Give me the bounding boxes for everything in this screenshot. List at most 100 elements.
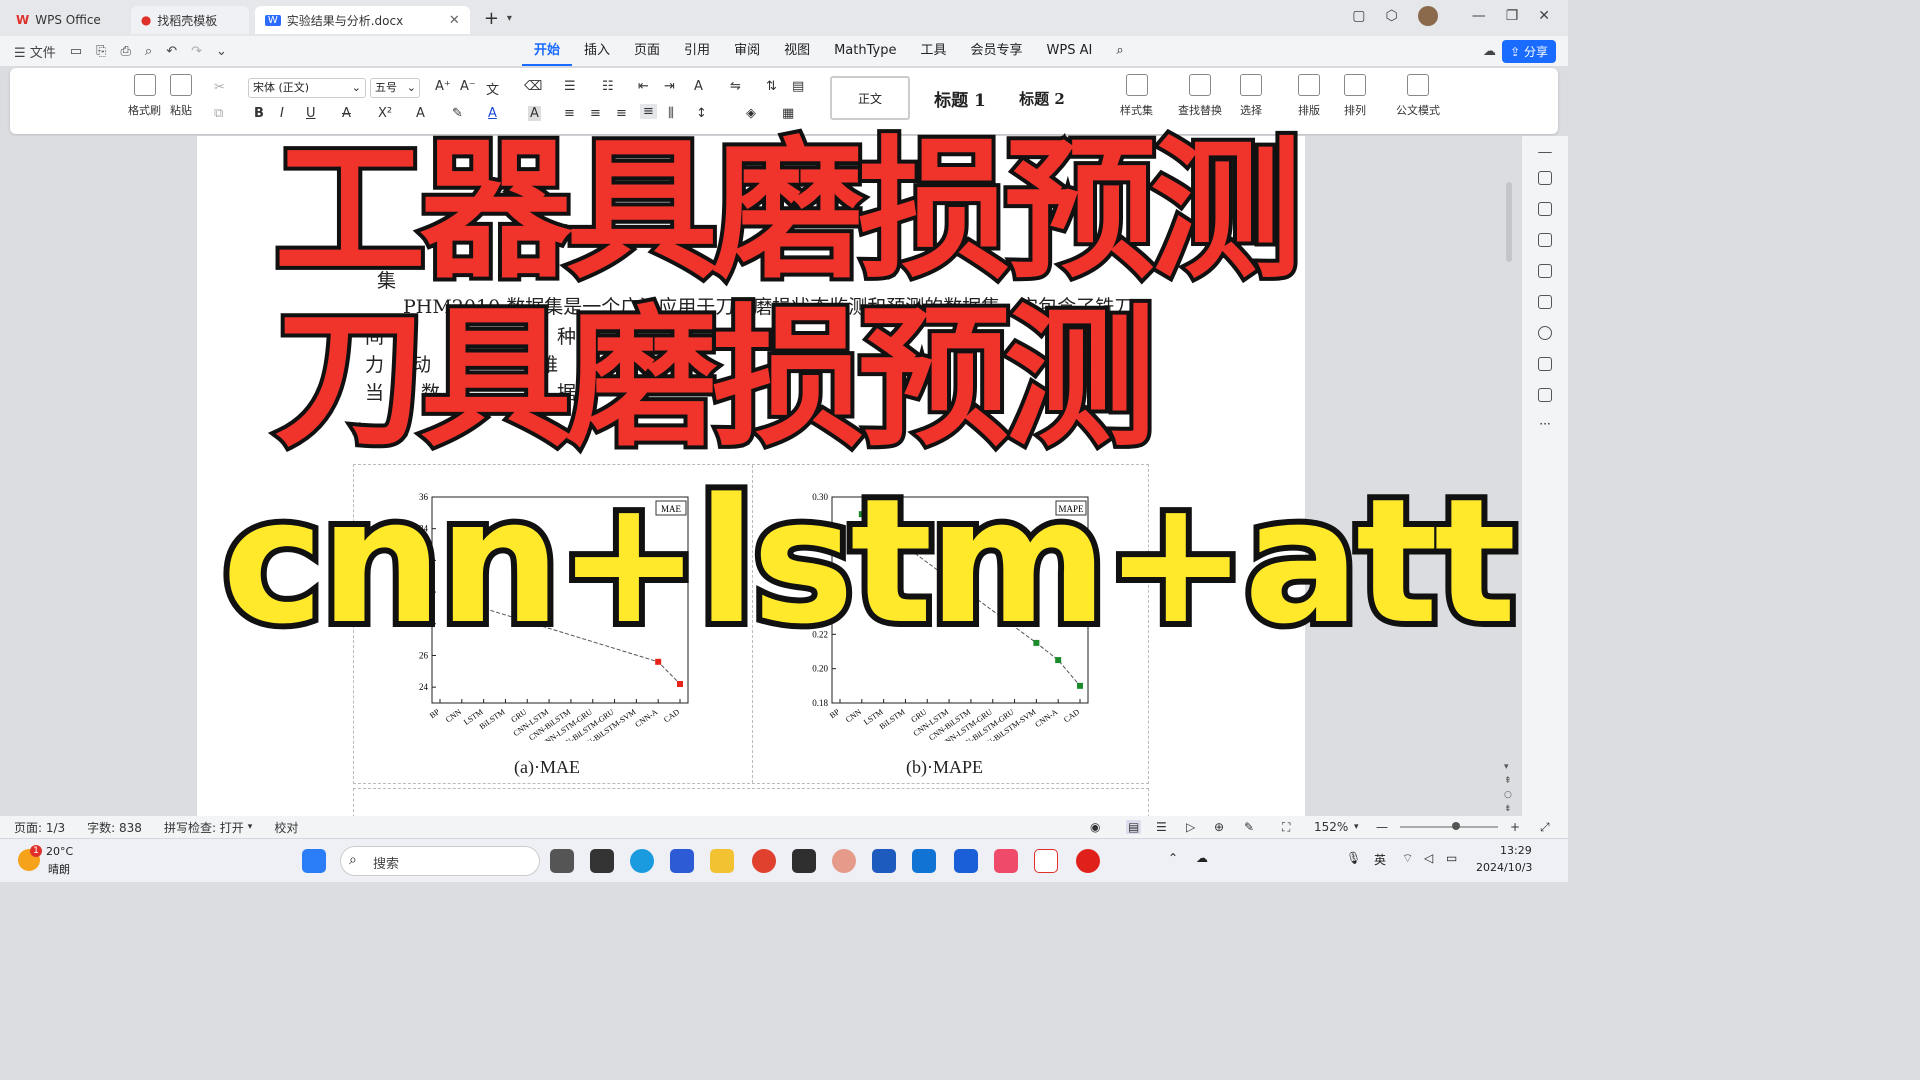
tab-page[interactable]: 页面 — [622, 36, 672, 66]
tray-chevron-icon[interactable]: ⌃ — [1168, 851, 1178, 865]
pycharm-icon[interactable] — [792, 849, 816, 873]
print-icon[interactable]: ⎙ — [121, 44, 131, 59]
show-marks-icon[interactable]: ▤ — [792, 79, 804, 94]
official-mode-button[interactable]: 公文模式 — [1396, 74, 1440, 118]
clock-time[interactable]: 13:29 — [1500, 844, 1532, 857]
fullscreen-icon[interactable]: ⤢ — [1540, 820, 1550, 835]
shading-icon[interactable]: ◈ — [746, 106, 756, 121]
media-icon[interactable] — [994, 849, 1018, 873]
more-chevron-icon[interactable]: ⌄ — [216, 44, 227, 59]
play-icon[interactable]: ▷ — [1186, 820, 1195, 834]
edge-icon[interactable] — [630, 849, 654, 873]
new-tab-button[interactable]: + — [484, 8, 499, 29]
proofread-button[interactable]: 校对 — [274, 819, 298, 836]
char-shading-icon[interactable]: A — [528, 106, 541, 121]
tab-review[interactable]: 审阅 — [722, 36, 772, 66]
app-icon[interactable] — [832, 849, 856, 873]
italic-button[interactable]: I — [280, 106, 284, 121]
word-icon[interactable] — [872, 849, 896, 873]
weather-text[interactable]: 晴朗 — [48, 861, 70, 877]
ime-language[interactable]: 英 — [1374, 851, 1386, 868]
font-size-select[interactable]: 五号 ⌄ — [370, 78, 420, 98]
style-heading-1[interactable]: 标题 1 — [918, 76, 1002, 120]
l-app-icon[interactable] — [954, 849, 978, 873]
translate-icon[interactable] — [1538, 264, 1552, 278]
tab-mathtype[interactable]: MathType — [822, 36, 908, 66]
taskbar-search[interactable]: ⌕ 搜索 — [340, 846, 540, 876]
scroll-thumb[interactable] — [1506, 182, 1512, 262]
page-view-icon[interactable]: ▤ — [1126, 820, 1142, 834]
print-preview-icon[interactable]: ⌕ — [145, 44, 152, 59]
cube-icon[interactable]: ⬡ — [1385, 8, 1397, 24]
tab-home[interactable]: 开始 — [522, 36, 573, 66]
restore-button[interactable]: ❐ — [1506, 8, 1519, 24]
chevron-down-icon[interactable]: ▾ — [1354, 822, 1359, 832]
close-tab-icon[interactable]: ✕ — [449, 13, 460, 28]
shrink-font-icon[interactable]: A⁻ — [460, 79, 476, 94]
file-menu[interactable]: ☰ 文件 — [14, 42, 56, 61]
tools-icon[interactable] — [1538, 295, 1552, 309]
more-icon[interactable]: ··· — [1539, 418, 1550, 433]
pen-icon[interactable]: ✎ — [1244, 820, 1254, 834]
search-icon[interactable]: ⌕ — [1104, 36, 1135, 66]
outline-view-icon[interactable]: ☰ — [1156, 820, 1167, 834]
style-heading-2[interactable]: 标题 2 — [1006, 76, 1078, 120]
wifi-icon[interactable]: ⌔ — [1402, 851, 1413, 866]
font-family-select[interactable]: 宋体 (正文) ⌄ — [248, 78, 366, 98]
adjust-icon[interactable] — [1538, 233, 1552, 247]
share-button[interactable]: ⇪ 分享 — [1502, 40, 1556, 63]
clock-date[interactable]: 2024/10/3 — [1476, 861, 1532, 874]
justify-icon[interactable]: ≡ — [640, 104, 657, 119]
vertical-scrollbar[interactable]: ▾ ⇞ ○ ⇟ — [1503, 140, 1515, 814]
superscript-button[interactable]: X² — [378, 106, 392, 121]
zoom-in-button[interactable]: + — [1510, 820, 1520, 834]
strikethrough-button[interactable]: A — [342, 106, 351, 121]
layout-button[interactable]: 排版 — [1298, 74, 1320, 118]
close-window-button[interactable]: ✕ — [1538, 8, 1550, 24]
cut-icon[interactable]: ✂ — [214, 80, 225, 95]
chinese-layout-icon[interactable]: A — [694, 79, 703, 94]
folder-icon[interactable] — [710, 849, 734, 873]
align-left-icon[interactable]: ≡ — [564, 106, 575, 121]
find-replace-button[interactable]: 查找替换 — [1178, 74, 1222, 118]
borders-icon[interactable]: ▦ — [782, 106, 794, 121]
font-color-icon[interactable]: A — [488, 106, 497, 121]
select-tool-icon[interactable] — [1538, 202, 1552, 216]
store-icon[interactable] — [670, 849, 694, 873]
page-indicator[interactable]: 页面: 1/3 — [14, 819, 65, 836]
web-view-icon[interactable]: ⊕ — [1214, 820, 1224, 834]
zoom-out-button[interactable]: — — [1376, 820, 1388, 834]
style-normal[interactable]: 正文 — [830, 76, 910, 120]
cloud-sync-icon[interactable]: ☁ — [1483, 44, 1496, 59]
puzzle-icon[interactable] — [1538, 388, 1552, 402]
tab-list-chevron-icon[interactable]: ▾ — [507, 13, 512, 24]
word-count[interactable]: 字数: 838 — [87, 819, 142, 836]
page-nav-icons[interactable]: ▾ ⇞ ○ ⇟ — [1504, 760, 1512, 816]
undo-icon[interactable]: ↶ — [166, 44, 177, 59]
onedrive-icon[interactable]: ☁ — [1196, 851, 1208, 865]
minimize-button[interactable]: — — [1472, 8, 1486, 24]
record-icon[interactable] — [1076, 849, 1100, 873]
align-right-icon[interactable]: ≡ — [616, 106, 627, 121]
tab-member[interactable]: 会员专享 — [959, 36, 1035, 66]
clear-format-icon[interactable]: ⌫ — [524, 79, 542, 94]
tab-tools[interactable]: 工具 — [908, 36, 958, 66]
arrange-button[interactable]: 排列 — [1344, 74, 1366, 118]
start-icon[interactable] — [302, 849, 326, 873]
edit-icon[interactable] — [1538, 171, 1552, 185]
style-set-button[interactable]: 样式集 — [1120, 74, 1153, 118]
bullets-icon[interactable]: ☰ — [564, 79, 576, 94]
battery-icon[interactable]: ▭ — [1446, 851, 1457, 865]
help-icon[interactable] — [1538, 326, 1552, 340]
distributed-icon[interactable]: ⫼ — [668, 106, 674, 121]
select-button[interactable]: 选择 — [1240, 74, 1262, 118]
tab-template[interactable]: ● 找稻壳模板 — [130, 6, 249, 34]
temperature[interactable]: 20°C — [46, 845, 73, 858]
sync-icon[interactable] — [1538, 357, 1552, 371]
line-spacing-icon[interactable]: ↕ — [696, 106, 707, 121]
sort-icon[interactable]: ⇅ — [766, 79, 777, 94]
copy-icon[interactable]: ⧉ — [214, 106, 223, 121]
layout-icon[interactable]: ▢ — [1352, 8, 1365, 24]
zoom-level[interactable]: 152% — [1314, 820, 1348, 834]
align-center-icon[interactable]: ≡ — [590, 106, 601, 121]
